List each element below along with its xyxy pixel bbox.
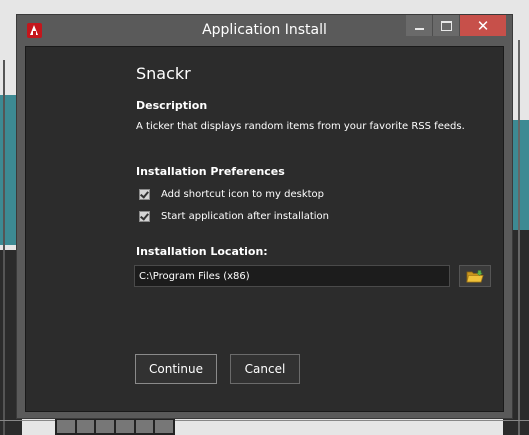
window-controls: ✕ — [406, 15, 506, 37]
description-heading: Description — [136, 99, 208, 112]
location-heading: Installation Location: — [136, 245, 268, 258]
browse-button[interactable] — [459, 265, 491, 287]
start-after-install-checkbox[interactable] — [139, 211, 150, 222]
close-button[interactable]: ✕ — [460, 15, 506, 36]
close-icon: ✕ — [476, 16, 490, 35]
preferences-heading: Installation Preferences — [136, 165, 285, 178]
folder-icon — [466, 269, 484, 282]
minimize-button[interactable] — [406, 15, 433, 36]
dialog-content: Snackr Description A ticker that display… — [25, 46, 504, 412]
continue-button[interactable]: Continue — [135, 354, 217, 384]
shortcut-checkbox[interactable] — [139, 189, 150, 200]
install-dialog-window: Application Install ✕ Snackr Description… — [16, 14, 513, 419]
shortcut-label[interactable]: Add shortcut icon to my desktop — [161, 189, 324, 200]
background-line — [3, 60, 5, 435]
start-after-install-option[interactable]: Start application after installation — [139, 211, 329, 222]
cancel-button[interactable]: Cancel — [230, 354, 300, 384]
shortcut-option[interactable]: Add shortcut icon to my desktop — [139, 189, 324, 200]
location-input[interactable] — [134, 265, 450, 287]
minimize-icon — [414, 27, 424, 30]
app-name: Snackr — [136, 64, 191, 83]
description-text: A ticker that displays random items from… — [136, 121, 465, 132]
maximize-icon — [440, 20, 452, 31]
title-bar[interactable]: Application Install ✕ — [17, 15, 512, 47]
background-keyboard — [55, 418, 175, 435]
background-line — [518, 40, 520, 435]
start-after-install-label[interactable]: Start application after installation — [161, 211, 329, 222]
maximize-button[interactable] — [433, 15, 460, 36]
